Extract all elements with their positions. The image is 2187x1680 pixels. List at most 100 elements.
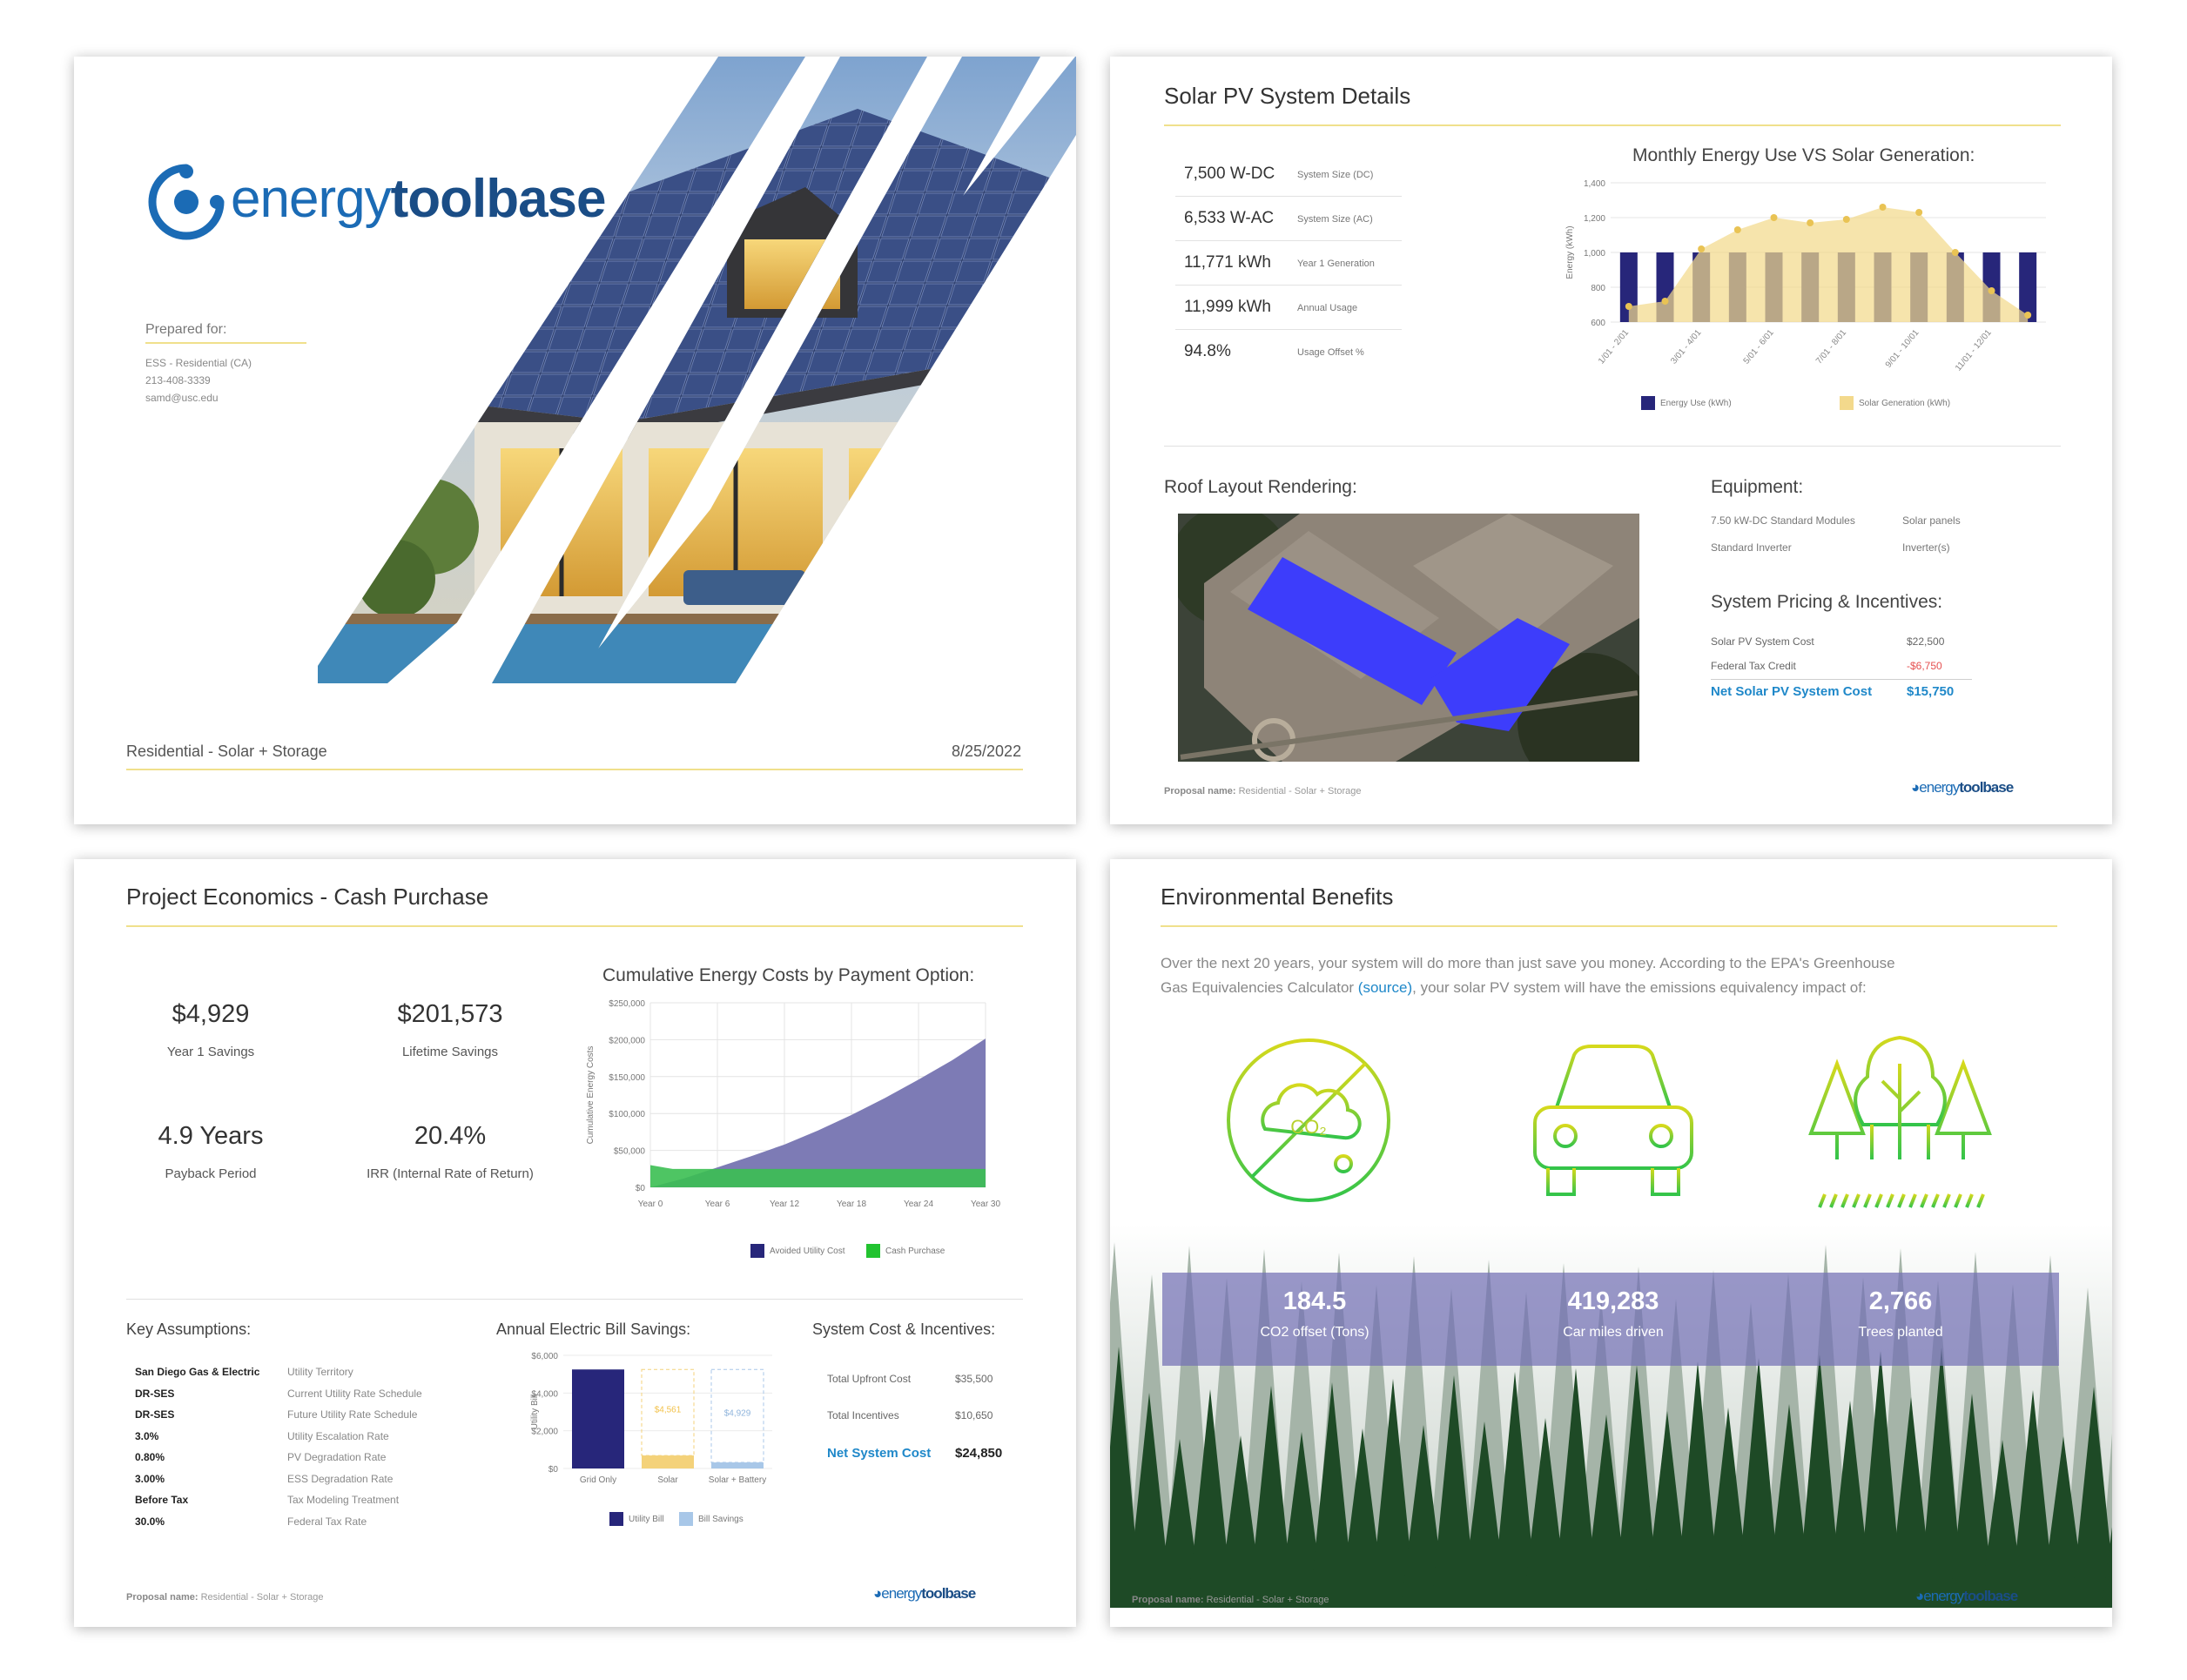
assumption-label: Current Utility Rate Schedule <box>287 1387 422 1400</box>
grass-mark <box>1874 1193 1883 1208</box>
pricing-label: Federal Tax Credit <box>1711 660 1796 672</box>
section-divider <box>1164 446 2061 447</box>
solar-generation-point <box>1842 216 1850 223</box>
assumption-label: PV Degradation Rate <box>287 1451 387 1463</box>
x-tick-label: 7/01 - 8/01 <box>1814 328 1848 366</box>
spec-row: 11,771 kWh Year 1 Generation <box>1175 241 1402 286</box>
legend-avoided-utility: Avoided Utility Cost <box>750 1244 845 1258</box>
legend-solar-generation: Solar Generation (kWh) <box>1840 396 1950 410</box>
savings-data-label: $4,561 <box>655 1406 682 1415</box>
grass-mark <box>1920 1193 1928 1208</box>
solar-generation-point <box>1951 249 1959 256</box>
spec-value: 94.8% <box>1184 342 1231 360</box>
spec-row: 94.8% Usage Offset % <box>1175 330 1402 374</box>
cumulative-costs-chart: $0 $50,000 $100,000 $150,000 $200,000 $250,00… <box>586 999 1001 1209</box>
y-tick-label: $0 <box>636 1184 646 1193</box>
net-cost-label: Net Solar PV System Cost <box>1711 684 1873 699</box>
grass-mark <box>1818 1193 1827 1208</box>
spec-value: 11,771 kWh <box>1184 253 1271 272</box>
y-tick-label: 1,400 <box>1584 179 1605 189</box>
grass-mark <box>1897 1193 1906 1208</box>
y-tick-label: $100,000 <box>609 1110 645 1119</box>
stat-value: $4,929 <box>172 1000 250 1028</box>
source-link[interactable]: (source) <box>1358 979 1412 996</box>
assumption-value: 3.00% <box>135 1472 165 1485</box>
bill-chart-title: Annual Electric Bill Savings: <box>496 1320 691 1338</box>
cost-value: $35,500 <box>955 1373 993 1385</box>
proposal-footer: Proposal name: Residential - Solar + Sto… <box>1164 786 1362 796</box>
x-tick-label: Year 18 <box>837 1200 867 1209</box>
car-miles-value: 419,283 <box>1567 1287 1659 1315</box>
assumption-label: Future Utility Rate Schedule <box>287 1408 418 1421</box>
y-tick-label: $50,000 <box>614 1147 646 1157</box>
client-name: ESS - Residential (CA) <box>145 357 252 369</box>
x-tick-label: 11/01 - 12/01 <box>1954 328 1994 373</box>
cover-house-illustration <box>318 57 1076 683</box>
x-tick-label: Year 6 <box>705 1200 730 1209</box>
legend-swatch <box>679 1512 693 1526</box>
assumption-value: Before Tax <box>135 1494 189 1506</box>
utility-bill-bar <box>642 1455 694 1468</box>
y-tick-label: $150,000 <box>609 1073 645 1083</box>
footer-logo-icon: ◕ <box>1911 779 1920 796</box>
assumptions-title: Key Assumptions: <box>126 1320 252 1338</box>
y-tick-label: 1,000 <box>1584 249 1605 259</box>
x-tick-label: 1/01 - 2/01 <box>1597 328 1631 366</box>
x-tick-label: 5/01 - 6/01 <box>1742 328 1776 366</box>
y-tick-label: 1,200 <box>1584 214 1605 224</box>
grass-mark <box>1863 1193 1872 1208</box>
client-email: samd@usc.edu <box>145 392 219 404</box>
client-info: ESS - Residential (CA) 213-408-3339 samd… <box>145 354 252 407</box>
solar-generation-point <box>1733 226 1741 233</box>
solar-generation-point <box>1879 204 1887 211</box>
cost-label: Total Incentives <box>827 1409 899 1421</box>
legend-swatch <box>1840 396 1854 410</box>
y-tick-label: $200,000 <box>609 1036 645 1045</box>
equipment-name: 7.50 kW-DC Standard Modules <box>1711 514 1855 527</box>
legend-utility-bill: Utility Bill <box>609 1512 664 1526</box>
monthly-chart-title: Monthly Energy Use VS Solar Generation: <box>1632 145 1975 165</box>
bill-savings-chart: $0$2,000$4,000$6,000Grid Only$4,561Solar… <box>530 1352 772 1485</box>
assumption-label: Tax Modeling Treatment <box>287 1494 400 1506</box>
solar-generation-point <box>1988 287 1995 294</box>
title-rule <box>126 925 1023 927</box>
x-tick-label: 3/01 - 4/01 <box>1669 328 1703 366</box>
cover-page: energytoolbase Prepared for: ESS - Resid… <box>74 57 1076 824</box>
x-tick-label: Year 30 <box>971 1200 1001 1209</box>
pricing-title: System Pricing & Incentives: <box>1711 592 1943 612</box>
solar-generation-point <box>1770 214 1778 221</box>
cumulative-chart-title: Cumulative Energy Costs by Payment Optio… <box>602 965 975 985</box>
spec-row: 6,533 W-AC System Size (AC) <box>1175 197 1402 241</box>
grass-mark <box>1840 1193 1849 1208</box>
legend-swatch <box>866 1244 880 1258</box>
footer-logo: ◕energytoolbase <box>1911 779 2014 796</box>
prepared-for-label: Prepared for: <box>145 322 227 337</box>
y-tick-label: $6,000 <box>531 1352 558 1361</box>
title-rule <box>1164 124 2061 126</box>
solar-generation-point <box>2024 312 2032 319</box>
solar-generation-point <box>1698 245 1706 252</box>
pricing-label: Solar PV System Cost <box>1711 635 1814 648</box>
intro-paragraph: Over the next 20 years, your system will… <box>1161 955 1895 996</box>
y-tick-label: $250,000 <box>609 999 645 1009</box>
trees-planted-value: 2,766 <box>1868 1287 1933 1315</box>
stat-label: IRR (Internal Rate of Return) <box>367 1166 534 1181</box>
assumption-label: Federal Tax Rate <box>287 1515 367 1528</box>
x-tick-label: Year 0 <box>638 1200 663 1209</box>
spec-value: 11,999 kWh <box>1184 298 1271 316</box>
trees-icon <box>1808 1035 1992 1208</box>
car-icon <box>1533 1045 1693 1196</box>
trees-planted-label: Trees planted <box>1858 1325 1943 1340</box>
assumption-value: 0.80% <box>135 1451 165 1463</box>
co2-cloud-icon: CO₂ <box>1227 1038 1390 1202</box>
page-title: Environmental Benefits <box>1161 884 1394 910</box>
assumption-label: ESS Degradation Rate <box>287 1472 394 1485</box>
legend-swatch <box>1641 396 1655 410</box>
net-system-cost-value: $24,850 <box>955 1446 1003 1461</box>
legend-energy-use: Energy Use (kWh) <box>1641 396 1732 410</box>
spec-label: Year 1 Generation <box>1297 259 1375 269</box>
pricing-value: $22,500 <box>1907 635 1945 648</box>
assumption-value: DR-SES <box>135 1387 175 1400</box>
solar-generation-area <box>1628 207 2029 322</box>
equipment-name: Standard Inverter <box>1711 541 1792 554</box>
